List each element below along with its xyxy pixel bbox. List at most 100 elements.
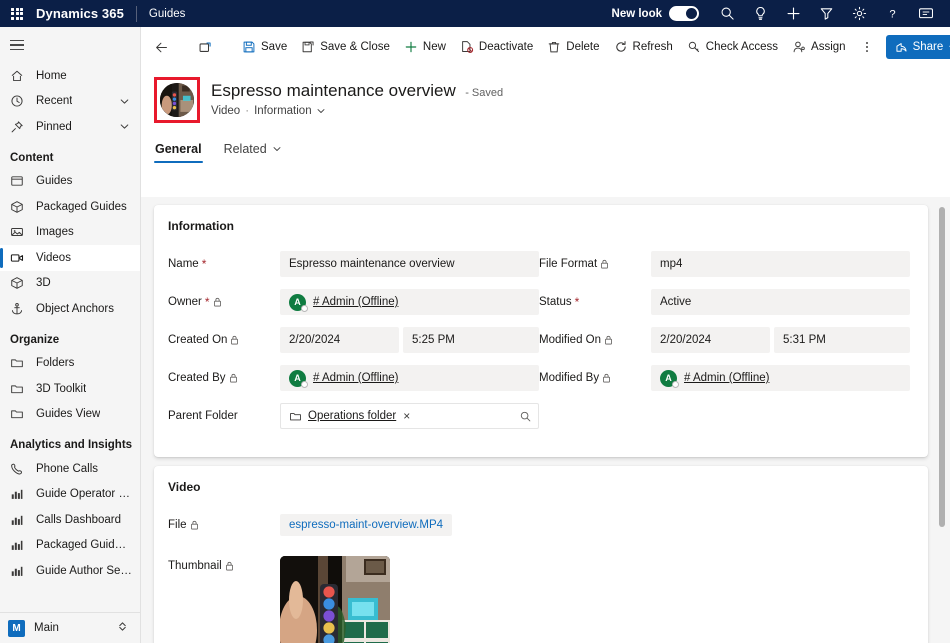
entity-name-label: Video bbox=[211, 105, 240, 117]
created-on-date-input[interactable]: 2/20/2024 bbox=[280, 327, 399, 353]
created-on-time-input[interactable]: 5:25 PM bbox=[403, 327, 539, 353]
brand-title: Dynamics 365 bbox=[36, 6, 124, 21]
status-input[interactable]: Active bbox=[651, 289, 910, 315]
chevron-up-down-icon[interactable] bbox=[117, 619, 128, 637]
tab-related[interactable]: Related bbox=[223, 142, 283, 163]
help-button[interactable]: ? bbox=[876, 0, 909, 27]
search-icon[interactable] bbox=[519, 410, 532, 423]
lock-icon bbox=[600, 259, 609, 269]
field-row-file: File espresso-maint-overview.MP4 bbox=[168, 512, 910, 538]
deactivate-button[interactable]: Deactivate bbox=[453, 33, 540, 61]
sidebar-item-3d-toolkit[interactable]: 3D Toolkit bbox=[0, 376, 140, 402]
sidebar-item-phone-calls[interactable]: Phone Calls bbox=[0, 456, 140, 482]
sidebar-collapse-button[interactable] bbox=[0, 27, 140, 63]
sidebar-item-calls-dashboard[interactable]: Calls Dashboard bbox=[0, 507, 140, 533]
modified-on-date-input[interactable]: 2/20/2024 bbox=[651, 327, 770, 353]
persona-avatar: A bbox=[660, 370, 677, 387]
top-navigation-bar: Dynamics 365 Guides New look ? bbox=[0, 0, 950, 27]
sidebar-item-guide-operator-sessions[interactable]: Guide Operator Sessi... bbox=[0, 482, 140, 508]
refresh-icon bbox=[614, 40, 628, 54]
search-button[interactable] bbox=[711, 0, 744, 27]
cube-icon bbox=[10, 275, 28, 291]
check-access-button[interactable]: Check Access bbox=[680, 33, 785, 61]
form-selector-label[interactable]: Information bbox=[254, 105, 312, 117]
filter-button[interactable] bbox=[810, 0, 843, 27]
file-download-link[interactable]: espresso-maint-overview.MP4 bbox=[280, 514, 452, 536]
field-value: A # Admin (Offline) bbox=[651, 365, 910, 391]
record-avatar-highlight-region[interactable] bbox=[154, 77, 200, 123]
persona-name[interactable]: # Admin (Offline) bbox=[684, 372, 769, 384]
new-look-label: New look bbox=[612, 8, 662, 20]
persona-name[interactable]: # Admin (Offline) bbox=[313, 372, 398, 384]
sidebar-item-label: Guide Operator Sessi... bbox=[36, 488, 132, 500]
field-text: 2/20/2024 bbox=[289, 334, 340, 346]
name-input[interactable]: Espresso maintenance overview bbox=[280, 251, 539, 277]
persona-name[interactable]: # Admin (Offline) bbox=[313, 296, 398, 308]
back-button[interactable] bbox=[147, 33, 181, 61]
chart-icon bbox=[10, 563, 28, 579]
filter-icon bbox=[819, 6, 834, 21]
save-button[interactable]: Save bbox=[235, 33, 294, 61]
area-badge: M bbox=[8, 620, 25, 637]
sidebar-item-images[interactable]: Images bbox=[0, 220, 140, 246]
assign-button[interactable]: Assign bbox=[785, 33, 853, 61]
app-launcher-button[interactable] bbox=[0, 8, 34, 20]
sidebar-item-pinned[interactable]: Pinned bbox=[0, 114, 140, 140]
modified-by-lookup[interactable]: A # Admin (Offline) bbox=[651, 365, 910, 391]
chevron-down-icon[interactable] bbox=[316, 106, 326, 116]
sidebar-item-home[interactable]: Home bbox=[0, 63, 140, 89]
clear-lookup-button[interactable]: × bbox=[403, 410, 410, 422]
chevron-down-icon[interactable] bbox=[119, 96, 130, 107]
share-button[interactable]: Share bbox=[886, 35, 950, 59]
area-switcher[interactable]: M Main bbox=[0, 612, 140, 643]
settings-button[interactable] bbox=[843, 0, 876, 27]
svg-text:?: ? bbox=[889, 8, 895, 20]
command-label: Save & Close bbox=[320, 41, 390, 53]
form-vertical-scrollbar[interactable] bbox=[939, 207, 945, 527]
delete-button[interactable]: Delete bbox=[540, 33, 606, 61]
field-label-text: Status bbox=[539, 296, 572, 308]
lookup-value[interactable]: Operations folder bbox=[308, 410, 396, 422]
sidebar-item-guides[interactable]: Guides bbox=[0, 169, 140, 195]
sidebar-item-folders[interactable]: Folders bbox=[0, 351, 140, 377]
field-row-status: Status * Active bbox=[539, 289, 910, 315]
sidebar-item-recent[interactable]: Recent bbox=[0, 89, 140, 115]
open-in-new-window-button[interactable] bbox=[191, 33, 225, 61]
refresh-button[interactable]: Refresh bbox=[607, 33, 680, 61]
new-button[interactable]: New bbox=[397, 33, 453, 61]
sidebar-item-guide-author-sessions[interactable]: Guide Author Sessions bbox=[0, 558, 140, 584]
app-name-label[interactable]: Guides bbox=[149, 8, 185, 20]
field-value: Espresso maintenance overview bbox=[280, 251, 539, 277]
parent-folder-lookup[interactable]: Operations folder × bbox=[280, 403, 539, 429]
feedback-button[interactable] bbox=[909, 0, 942, 27]
quick-create-button[interactable] bbox=[777, 0, 810, 27]
command-label: Save bbox=[261, 41, 287, 53]
sidebar-item-videos[interactable]: Videos bbox=[0, 245, 140, 271]
created-by-lookup[interactable]: A # Admin (Offline) bbox=[280, 365, 539, 391]
persona-initial: A bbox=[294, 297, 301, 307]
sidebar-item-object-anchors[interactable]: Object Anchors bbox=[0, 296, 140, 322]
chevron-down-icon[interactable] bbox=[272, 144, 282, 154]
sidebar-item-guides-view[interactable]: Guides View bbox=[0, 402, 140, 428]
sidebar-item-3d[interactable]: 3D bbox=[0, 271, 140, 297]
file-format-input[interactable]: mp4 bbox=[651, 251, 910, 277]
tab-general[interactable]: General bbox=[154, 142, 203, 163]
chevron-down-icon[interactable] bbox=[119, 121, 130, 132]
field-value: mp4 bbox=[651, 251, 910, 277]
field-label: Modified By bbox=[539, 372, 651, 384]
field-value: A # Admin (Offline) bbox=[280, 289, 539, 315]
insights-button[interactable] bbox=[744, 0, 777, 27]
new-look-toggle[interactable] bbox=[669, 6, 699, 21]
video-thumbnail-image[interactable] bbox=[280, 556, 390, 643]
sidebar-item-packaged-guides-operator[interactable]: Packaged Guides Op... bbox=[0, 533, 140, 559]
command-bar: Save Save & Close New Deactivate Delete bbox=[141, 27, 950, 67]
save-and-close-button[interactable]: Save & Close bbox=[294, 33, 397, 61]
sidebar-item-packaged-guides[interactable]: Packaged Guides bbox=[0, 194, 140, 220]
field-text: Espresso maintenance overview bbox=[289, 258, 455, 270]
owner-lookup[interactable]: A # Admin (Offline) bbox=[280, 289, 539, 315]
more-commands-button[interactable] bbox=[853, 33, 886, 61]
command-label: Assign bbox=[811, 41, 846, 53]
field-label-text: Owner bbox=[168, 296, 202, 308]
modified-on-time-input[interactable]: 5:31 PM bbox=[774, 327, 910, 353]
persona-avatar: A bbox=[289, 294, 306, 311]
